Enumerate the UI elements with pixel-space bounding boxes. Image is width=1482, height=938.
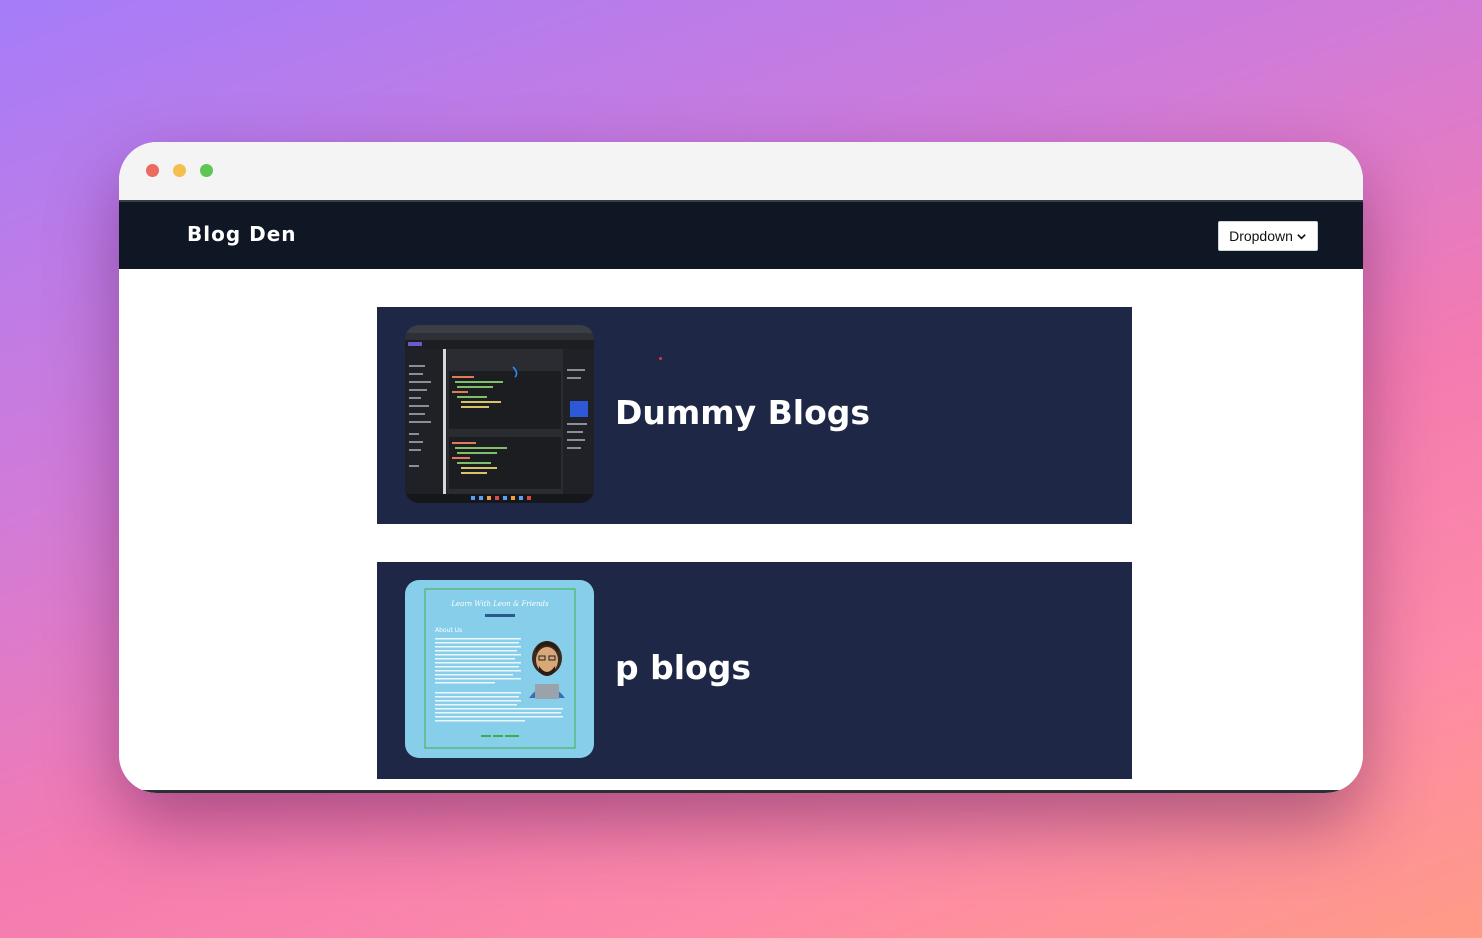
about-us-page-screenshot: Learn With Leon & Friends About Us	[405, 580, 594, 758]
chevron-down-icon	[1297, 233, 1306, 240]
thumb-section: About Us	[435, 627, 462, 634]
window-titlebar	[119, 142, 1363, 202]
maximize-window-button[interactable]	[200, 164, 213, 177]
window-bottom-border	[119, 790, 1363, 793]
dropdown-label: Dropdown	[1229, 228, 1293, 244]
blog-title[interactable]: p blogs	[615, 648, 751, 687]
decorative-dot	[659, 357, 662, 360]
dropdown-button[interactable]: Dropdown	[1218, 221, 1318, 251]
blog-list: Dummy Blogs Learn With Leon & Friends Ab…	[119, 269, 1363, 793]
blog-title[interactable]: Dummy Blogs	[615, 393, 870, 432]
thumb-heading: Learn With Leon & Friends	[450, 600, 549, 608]
browser-window: Blog Den Dropdown Dummy Blogs Learn With…	[119, 142, 1363, 793]
navbar: Blog Den Dropdown	[119, 202, 1363, 269]
blog-card[interactable]: Dummy Blogs	[377, 307, 1132, 524]
blog-thumbnail-code-editor	[405, 325, 594, 503]
blog-thumbnail-about-page: Learn With Leon & Friends About Us	[405, 580, 594, 758]
brand-logo[interactable]: Blog Den	[187, 222, 297, 246]
close-window-button[interactable]	[146, 164, 159, 177]
code-editor-screenshot	[405, 325, 594, 503]
blog-card[interactable]: Learn With Leon & Friends About Us p blo…	[377, 562, 1132, 779]
minimize-window-button[interactable]	[173, 164, 186, 177]
